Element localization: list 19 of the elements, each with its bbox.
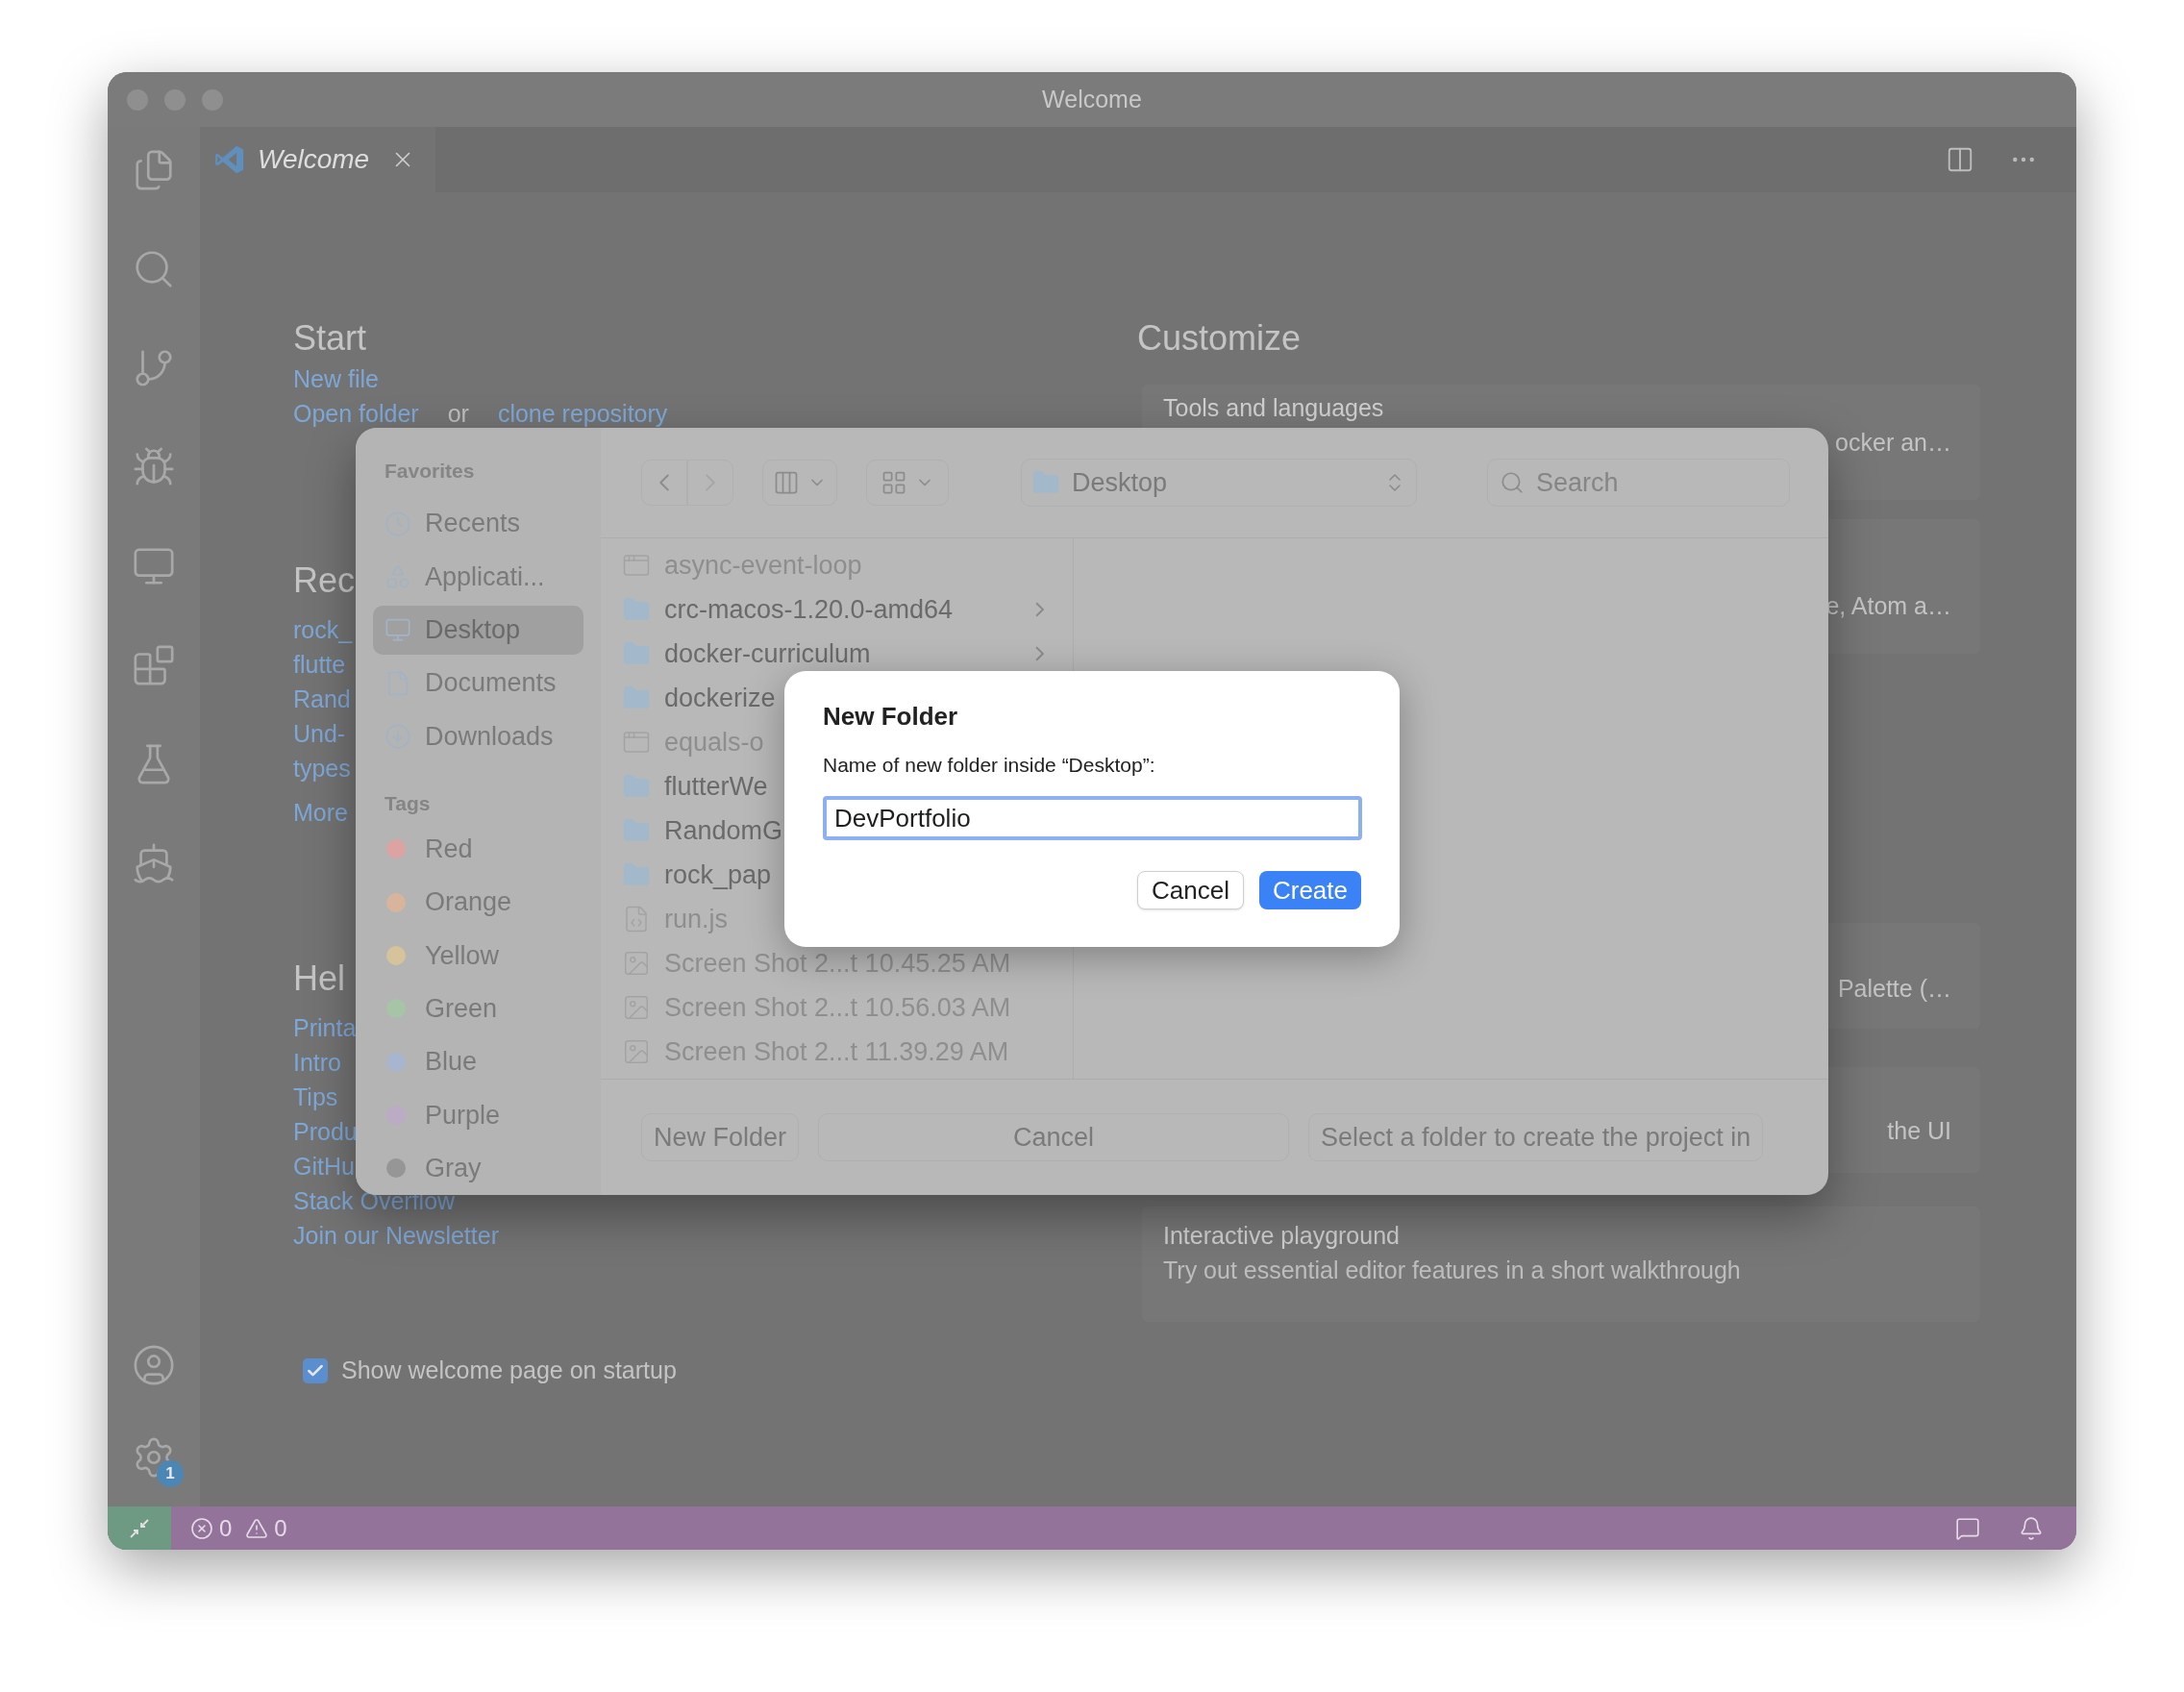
card-title: Tools and languages (1163, 393, 1385, 423)
section-heading: Rec (293, 560, 356, 602)
section-heading: Hel (293, 958, 346, 1000)
sheet-title: New Folder (823, 701, 959, 733)
checkbox-label: Show welcome page on startup (341, 1356, 677, 1385)
text: or (447, 399, 469, 429)
warning-count: 0 (274, 1513, 287, 1543)
window-title: Welcome (1042, 84, 1142, 114)
card-text: the UI (1887, 1116, 1952, 1146)
card-title: Interactive playground (1163, 1221, 1401, 1251)
tab-label: Welcome (258, 143, 370, 176)
error-count: 0 (219, 1513, 233, 1543)
section-heading: Customize (1137, 317, 1303, 360)
card-text: Palette (… (1837, 974, 1952, 1004)
notification-badge: 1 (157, 1460, 184, 1487)
card-description: Try out essential editor features in a short walkthrough (1163, 1256, 1742, 1285)
sheet-prompt: Name of new folder inside “Desktop”: (823, 753, 1156, 778)
card-text: ocker an… (1835, 428, 1952, 458)
section-heading: Start (293, 317, 368, 360)
